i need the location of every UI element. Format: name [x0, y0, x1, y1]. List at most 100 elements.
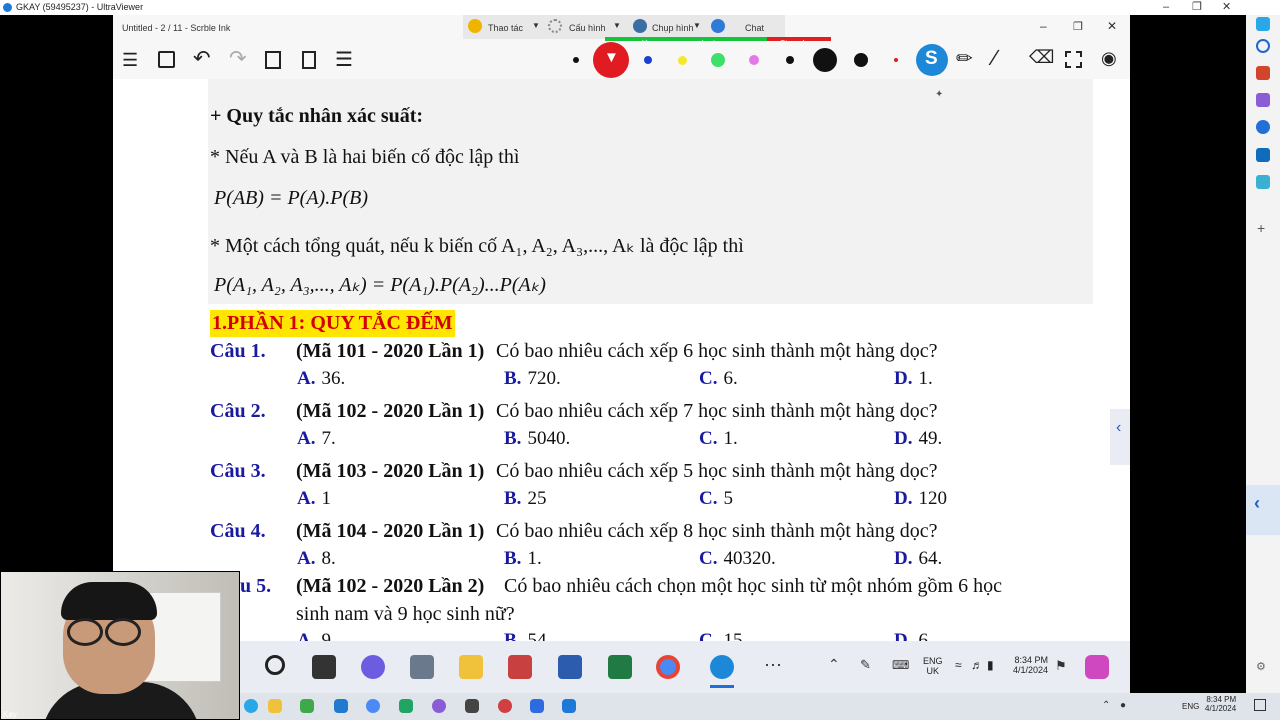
excel-icon[interactable] [608, 655, 632, 679]
phone-icon[interactable] [465, 699, 479, 713]
scrble-ink-icon[interactable] [710, 655, 734, 679]
webcam-name: Kay [3, 710, 17, 719]
copilot-pre-icon[interactable] [1085, 655, 1109, 679]
remote-menu-bar: Thao tác ▼ Cấu hình ▼ Chụp hình ▼ Chat [463, 15, 785, 39]
color-black-large[interactable] [813, 48, 837, 72]
file-explorer-icon[interactable] [459, 655, 483, 679]
toolbox-icon[interactable] [1256, 66, 1270, 80]
menu-action[interactable]: Thao tác [488, 23, 523, 33]
option-d: D. 1. [894, 368, 933, 389]
color-black-small[interactable] [786, 56, 794, 64]
copilot-icon[interactable] [1256, 17, 1270, 31]
pen-icon[interactable]: ✎ [860, 657, 871, 673]
chrome-icon[interactable] [366, 699, 380, 713]
color-red-tiny[interactable] [894, 58, 898, 62]
chevron-up-icon[interactable]: ⌃ [828, 656, 840, 673]
question-1: Câu 1. (Mã 101 - 2020 Lần 1) Có bao nhiê… [210, 340, 938, 363]
task-view-icon[interactable] [312, 655, 336, 679]
folder-icon[interactable] [268, 699, 282, 713]
outlook-icon[interactable] [1256, 148, 1270, 162]
adjust-icon[interactable]: ☰ [335, 47, 353, 72]
close-button[interactable]: ✕ [1107, 19, 1117, 33]
chevron-down-icon[interactable]: ▼ [532, 21, 540, 30]
chevron-left-icon[interactable]: ‹ [1254, 493, 1260, 514]
volume-icon[interactable]: ♬ [971, 658, 983, 672]
mic-icon[interactable]: ● [1120, 700, 1126, 711]
menu-config[interactable]: Cấu hình [569, 23, 606, 33]
color-yellow[interactable] [678, 56, 687, 65]
zoom-icon[interactable] [530, 699, 544, 713]
edge-icon[interactable] [244, 699, 258, 713]
color-green[interactable] [711, 53, 725, 67]
wifi-icon[interactable]: ≈ [955, 658, 962, 672]
paste-icon[interactable] [265, 51, 281, 69]
ruler-icon[interactable]: ✏ [956, 46, 973, 71]
menu-icon[interactable]: ☰ [122, 50, 138, 71]
outer-close-button[interactable]: ✕ [1222, 0, 1231, 15]
save-icon[interactable] [158, 51, 175, 68]
eraser-icon[interactable]: ⌫ [1029, 47, 1054, 68]
settings-icon[interactable]: ⚙ [1256, 660, 1266, 673]
chevron-down-icon[interactable]: ▼ [693, 21, 701, 30]
menu-chat[interactable]: Chat [745, 23, 764, 33]
select-icon[interactable] [1065, 51, 1082, 68]
office-icon[interactable] [1256, 120, 1270, 134]
minimize-button[interactable]: – [1040, 19, 1047, 33]
notification-icon[interactable]: ⚑ [1055, 658, 1067, 674]
add-icon[interactable]: + [1257, 220, 1265, 236]
app-icon[interactable] [508, 655, 532, 679]
more-icon[interactable]: ⋯ [764, 655, 782, 676]
smart-s-icon: S [925, 48, 938, 69]
undo-icon[interactable]: ↶ [193, 46, 211, 71]
restore-button[interactable]: ❐ [1073, 20, 1083, 33]
ultraviewer-icon[interactable] [562, 699, 576, 713]
app-icon[interactable] [498, 699, 512, 713]
document-canvas[interactable]: ✦ + Quy tắc nhân xác suất: * Nếu A và B … [113, 79, 1130, 641]
question-2: Câu 2. (Mã 102 - 2020 Lần 1) Có bao nhiê… [210, 400, 938, 423]
chrome-icon[interactable] [656, 655, 680, 679]
color-black-medium[interactable] [854, 53, 868, 67]
option-d: D. 6 [894, 630, 928, 641]
section-title: 1.PHẦN 1: QUY TẮC ĐẾM [210, 310, 455, 337]
line-icon[interactable]: ∕ [993, 45, 997, 71]
word-icon[interactable] [558, 655, 582, 679]
app-icon[interactable] [432, 699, 446, 713]
battery-icon[interactable]: ▮ [987, 658, 994, 672]
option-c: C. 1. [699, 428, 738, 449]
chevron-down-icon[interactable]: ▼ [613, 21, 621, 30]
new-page-icon[interactable] [302, 51, 316, 69]
search-icon[interactable] [265, 655, 285, 675]
teams-icon[interactable] [361, 655, 385, 679]
webcam-overlay: Kay [0, 571, 240, 720]
drop-icon[interactable] [1256, 175, 1270, 189]
search-icon[interactable] [1256, 39, 1270, 53]
clock[interactable]: 8:34 PM 4/1/2024 [1013, 655, 1048, 675]
keyboard-icon[interactable]: ⌨ [892, 658, 909, 672]
notification-icon[interactable] [1254, 699, 1266, 711]
region-label: UK [926, 666, 940, 676]
app-icon[interactable] [399, 699, 413, 713]
outer-minimize-button[interactable]: – [1163, 0, 1169, 15]
language-indicator[interactable]: ENG [1182, 702, 1199, 711]
color-pink[interactable] [749, 55, 759, 65]
app-icon[interactable] [300, 699, 314, 713]
games-icon[interactable] [1256, 93, 1270, 107]
rule-heading: + Quy tắc nhân xác suất: [210, 105, 424, 127]
question-source: (Mã 104 - 2020 Lần 1) [296, 520, 485, 542]
side-panel-tab[interactable] [1110, 409, 1130, 465]
pen-size-small[interactable] [573, 57, 579, 63]
chevron-up-icon[interactable]: ⌃ [1102, 700, 1110, 711]
view-icon[interactable]: ◉ [1101, 48, 1117, 69]
expand-panel[interactable] [1246, 485, 1280, 535]
calculator-icon[interactable] [410, 655, 434, 679]
redo-icon[interactable]: ↷ [229, 46, 247, 71]
color-blue[interactable] [644, 56, 652, 64]
menu-capture[interactable]: Chụp hình [652, 23, 694, 33]
outer-restore-button[interactable]: ❐ [1192, 0, 1202, 15]
language-indicator[interactable]: ENG UK [923, 656, 943, 676]
chevron-left-icon[interactable]: ‹ [1116, 419, 1121, 437]
clock[interactable]: 8:34 PM 4/1/2024 [1205, 695, 1236, 713]
chat-icon [711, 19, 725, 33]
mail-icon[interactable] [334, 699, 348, 713]
option-b: B. 720. [504, 368, 561, 389]
